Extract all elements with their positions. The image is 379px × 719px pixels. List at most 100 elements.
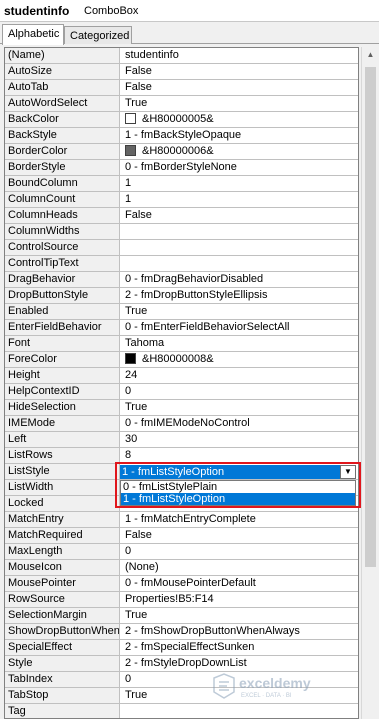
scroll-up-icon[interactable]: ▲ [362,47,379,63]
property-value[interactable]: 0 [121,544,358,559]
property-row[interactable]: MaxLength 0 [5,544,358,560]
dropdown-option-option[interactable]: 1 - fmListStyleOption [121,493,355,505]
property-value[interactable]: &H80000005& [121,112,358,127]
property-name[interactable]: MatchRequired [5,528,120,543]
property-value[interactable]: 1 - fmBackStyleOpaque [121,128,358,143]
vertical-scrollbar[interactable]: ▲ [361,47,379,719]
dropdown-option-plain[interactable]: 0 - fmListStylePlain [121,481,355,493]
property-value[interactable]: False [121,208,358,223]
property-row[interactable]: AutoWordSelect True [5,96,358,112]
property-name[interactable]: Locked [5,496,120,511]
property-row[interactable]: MouseIcon (None) [5,560,358,576]
property-name[interactable]: AutoWordSelect [5,96,120,111]
property-row[interactable]: MatchRequired False [5,528,358,544]
property-name[interactable]: BorderStyle [5,160,120,175]
property-name[interactable]: Enabled [5,304,120,319]
property-name[interactable]: MouseIcon [5,560,120,575]
property-name[interactable]: BackColor [5,112,120,127]
property-row[interactable]: BackColor &H80000005& [5,112,358,128]
property-row[interactable]: IMEMode 0 - fmIMEModeNoControl [5,416,358,432]
liststyle-value-field[interactable]: 1 - fmListStyleOption [120,465,356,479]
property-value[interactable]: 2 - fmShowDropButtonWhenAlways [121,624,358,639]
property-value[interactable]: (None) [121,560,358,575]
property-value[interactable]: True [121,304,358,319]
property-name[interactable]: DragBehavior [5,272,120,287]
property-value[interactable]: 1 [121,176,358,191]
property-row[interactable]: Tag [5,704,358,718]
property-row[interactable]: Left 30 [5,432,358,448]
property-name[interactable]: EnterFieldBehavior [5,320,120,335]
property-name[interactable]: ShowDropButtonWhen [5,624,120,639]
property-name[interactable]: TabIndex [5,672,120,687]
property-row[interactable]: ControlTipText [5,256,358,272]
property-row[interactable]: BoundColumn 1 [5,176,358,192]
property-row[interactable]: RowSource Properties!B5:F14 [5,592,358,608]
property-value[interactable]: 1 - fmMatchEntryComplete [121,512,358,527]
property-name[interactable]: SpecialEffect [5,640,120,655]
property-value[interactable]: &H80000006& [121,144,358,159]
property-row[interactable]: HelpContextID 0 [5,384,358,400]
property-value[interactable]: True [121,608,358,623]
property-value[interactable]: 0 [121,384,358,399]
property-row[interactable]: MousePointer 0 - fmMousePointerDefault [5,576,358,592]
property-name[interactable]: ListWidth [5,480,120,495]
property-row[interactable]: ControlSource [5,240,358,256]
dropdown-arrow-icon[interactable]: ▼ [340,465,356,479]
property-row[interactable]: ShowDropButtonWhen 2 - fmShowDropButtonWh… [5,624,358,640]
property-name[interactable]: ListStyle [5,464,120,479]
tab-alphabetic[interactable]: Alphabetic [2,24,64,45]
property-row[interactable]: ForeColor &H80000008& [5,352,358,368]
property-name[interactable]: BackStyle [5,128,120,143]
property-name[interactable]: HideSelection [5,400,120,415]
property-value[interactable]: 1 [121,192,358,207]
property-name[interactable]: Style [5,656,120,671]
property-row[interactable]: ColumnHeads False [5,208,358,224]
property-value[interactable]: 8 [121,448,358,463]
property-name[interactable]: IMEMode [5,416,120,431]
property-row[interactable]: BorderColor &H80000006& [5,144,358,160]
property-value[interactable]: False [121,64,358,79]
property-name[interactable]: DropButtonStyle [5,288,120,303]
property-value[interactable]: True [121,96,358,111]
property-row[interactable]: DropButtonStyle 2 - fmDropButtonStyleElli… [5,288,358,304]
property-name[interactable]: AutoSize [5,64,120,79]
property-value[interactable]: 24 [121,368,358,383]
property-value[interactable]: 0 - fmMousePointerDefault [121,576,358,591]
property-value[interactable]: 0 - fmIMEModeNoControl [121,416,358,431]
property-row[interactable]: Font Tahoma [5,336,358,352]
property-value[interactable]: 2 - fmDropButtonStyleEllipsis [121,288,358,303]
property-value[interactable]: Properties!B5:F14 [121,592,358,607]
property-value[interactable] [121,240,358,255]
property-name[interactable]: BoundColumn [5,176,120,191]
property-name[interactable]: ForeColor [5,352,120,367]
tab-categorized[interactable]: Categorized [64,26,132,44]
property-value[interactable]: Tahoma [121,336,358,351]
property-name[interactable]: AutoTab [5,80,120,95]
property-value[interactable]: False [121,528,358,543]
property-name[interactable]: RowSource [5,592,120,607]
property-row[interactable]: SpecialEffect 2 - fmSpecialEffectSunken [5,640,358,656]
property-name[interactable]: BorderColor [5,144,120,159]
property-value[interactable] [121,704,358,718]
property-name[interactable]: HelpContextID [5,384,120,399]
property-row[interactable]: DragBehavior 0 - fmDragBehaviorDisabled [5,272,358,288]
property-row[interactable]: ColumnWidths [5,224,358,240]
property-row[interactable]: (Name) studentinfo [5,48,358,64]
property-name[interactable]: ColumnCount [5,192,120,207]
property-name[interactable]: SelectionMargin [5,608,120,623]
property-value[interactable]: True [121,400,358,415]
property-row[interactable]: AutoSize False [5,64,358,80]
property-name[interactable]: (Name) [5,48,120,63]
property-name[interactable]: Left [5,432,120,447]
scroll-thumb[interactable] [365,67,376,567]
property-row[interactable]: EnterFieldBehavior 0 - fmEnterFieldBehavi… [5,320,358,336]
property-name[interactable]: ColumnHeads [5,208,120,223]
property-name[interactable]: ControlTipText [5,256,120,271]
property-value[interactable]: 0 - fmEnterFieldBehaviorSelectAll [121,320,358,335]
property-name[interactable]: ControlSource [5,240,120,255]
property-value[interactable] [121,256,358,271]
property-value[interactable] [121,224,358,239]
property-row[interactable]: Height 24 [5,368,358,384]
property-value[interactable]: 0 - fmDragBehaviorDisabled [121,272,358,287]
property-value[interactable]: False [121,80,358,95]
